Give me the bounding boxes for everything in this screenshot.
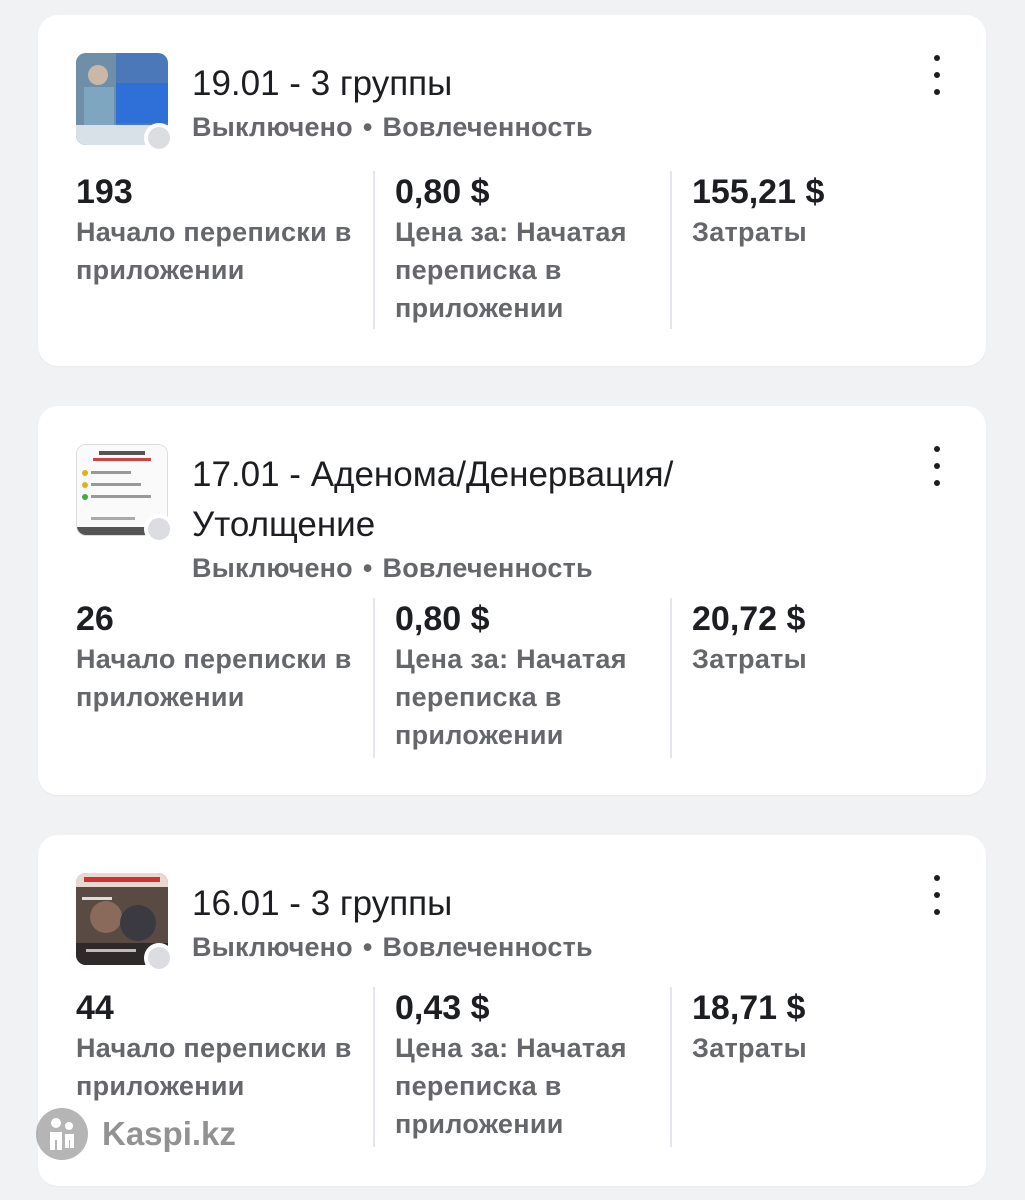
metric-label: Цена за: Начатая переписка в приложении xyxy=(395,644,627,750)
metric-spend: 155,21 $ Затраты xyxy=(670,171,967,329)
metric-value: 193 xyxy=(76,173,133,211)
watermark: Kaspi.kz xyxy=(36,1108,236,1160)
campaign-thumbnail xyxy=(76,53,174,153)
metric-cost-per-result: 0,80 $ Цена за: Начатая переписка в прил… xyxy=(373,598,670,758)
metric-value: 26 xyxy=(76,600,114,638)
separator: • xyxy=(362,932,373,962)
metric-label: Начало переписки в приложении xyxy=(76,644,352,712)
separator: • xyxy=(362,553,373,583)
status-off-dot-icon xyxy=(144,943,174,973)
separator: • xyxy=(362,112,373,142)
campaign-subtitle: Выключено • Вовлеченность xyxy=(192,927,852,967)
more-vertical-icon[interactable] xyxy=(924,446,950,486)
campaign-card[interactable]: 19.01 - 3 группы Выключено • Вовлеченность… xyxy=(38,15,986,366)
metrics-row: 193 Начало переписки в приложении 0,80 $… xyxy=(76,171,967,329)
campaign-status: Выключено xyxy=(192,112,353,142)
more-vertical-icon[interactable] xyxy=(924,875,950,915)
metric-spend: 20,72 $ Затраты xyxy=(670,598,967,758)
campaign-subtitle: Выключено • Вовлеченность xyxy=(192,107,852,147)
campaign-objective: Вовлеченность xyxy=(382,553,593,583)
campaign-subtitle: Выключено • Вовлеченность xyxy=(192,548,852,588)
metric-cost-per-result: 0,80 $ Цена за: Начатая переписка в прил… xyxy=(373,171,670,329)
campaign-objective: Вовлеченность xyxy=(382,112,593,142)
campaign-card[interactable]: 17.01 - Аденома/Денервация/ Утолщение Вы… xyxy=(38,406,986,795)
campaign-thumbnail xyxy=(76,444,174,544)
status-off-dot-icon xyxy=(144,514,174,544)
metric-value: 18,71 $ xyxy=(692,989,806,1027)
metric-value: 0,43 $ xyxy=(395,989,490,1027)
metric-value: 0,80 $ xyxy=(395,600,490,638)
metric-label: Начало переписки в приложении xyxy=(76,1033,352,1101)
campaign-title[interactable]: 16.01 - 3 группы xyxy=(192,879,852,929)
metric-results: 26 Начало переписки в приложении xyxy=(76,598,373,758)
metric-label: Цена за: Начатая переписка в приложении xyxy=(395,1033,627,1139)
metric-results: 193 Начало переписки в приложении xyxy=(76,171,373,329)
metric-value: 155,21 $ xyxy=(692,173,825,211)
metric-label: Цена за: Начатая переписка в приложении xyxy=(395,217,627,323)
metrics-row: 26 Начало переписки в приложении 0,80 $ … xyxy=(76,598,967,758)
watermark-text: Kaspi.kz xyxy=(102,1115,236,1152)
metric-value: 44 xyxy=(76,989,114,1027)
status-off-dot-icon xyxy=(144,123,174,153)
kaspi-logo-icon xyxy=(36,1108,88,1160)
campaign-status: Выключено xyxy=(192,932,353,962)
metric-value: 20,72 $ xyxy=(692,600,806,638)
campaign-objective: Вовлеченность xyxy=(382,932,593,962)
metric-value: 0,80 $ xyxy=(395,173,490,211)
campaign-title[interactable]: 17.01 - Аденома/Денервация/ Утолщение xyxy=(192,450,772,550)
campaign-thumbnail xyxy=(76,873,174,973)
metric-label: Затраты xyxy=(692,217,808,247)
campaign-status: Выключено xyxy=(192,553,353,583)
metric-spend: 18,71 $ Затраты xyxy=(670,987,967,1147)
metric-label: Затраты xyxy=(692,644,808,674)
metric-cost-per-result: 0,43 $ Цена за: Начатая переписка в прил… xyxy=(373,987,670,1147)
metric-label: Начало переписки в приложении xyxy=(76,217,352,285)
more-vertical-icon[interactable] xyxy=(924,55,950,95)
metric-label: Затраты xyxy=(692,1033,808,1063)
campaign-title[interactable]: 19.01 - 3 группы xyxy=(192,59,852,109)
